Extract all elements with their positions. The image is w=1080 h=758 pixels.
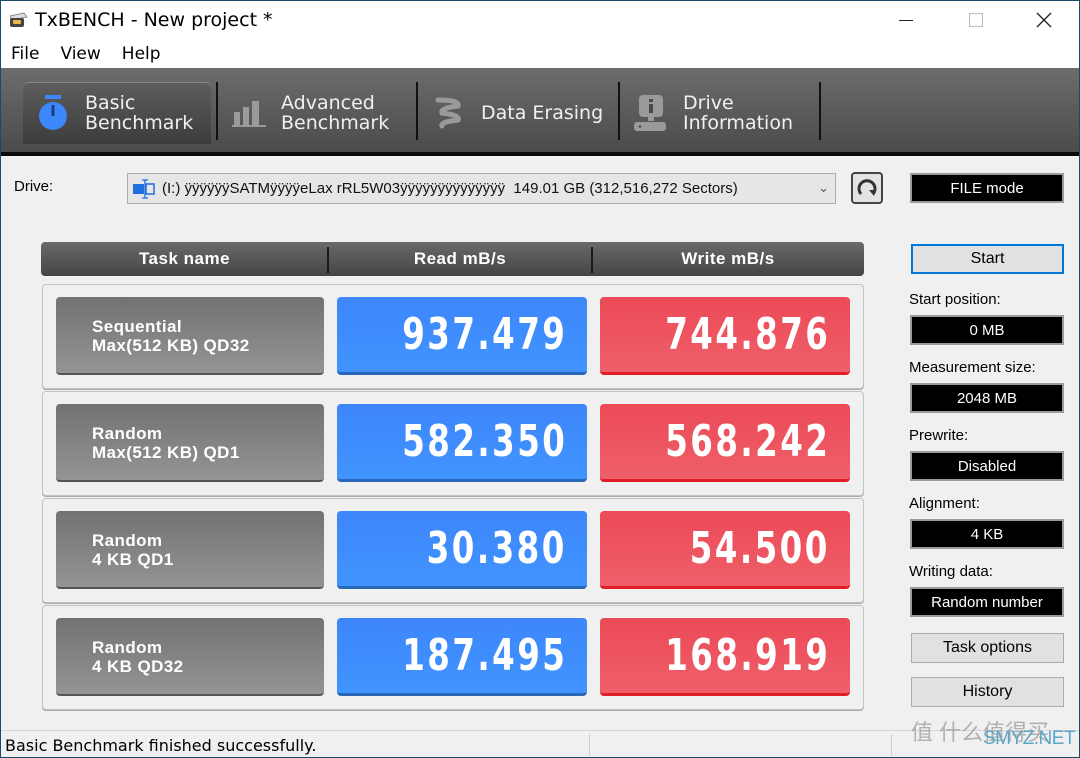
start-position-label: Start position: bbox=[909, 291, 1001, 308]
history-button[interactable]: History bbox=[911, 677, 1064, 707]
tab-drive-line2: Information bbox=[683, 112, 793, 134]
app-window: TxBENCH - New project * File View Help B… bbox=[1, 1, 1079, 757]
close-button[interactable] bbox=[1009, 1, 1079, 39]
main-toolbar: Basic Benchmark Advanced Benchmark Data … bbox=[1, 68, 1079, 156]
tab-separator bbox=[819, 82, 821, 140]
watermark-text: SMYZ.NET bbox=[983, 728, 1076, 749]
minimize-icon bbox=[899, 19, 913, 21]
tab-advanced-benchmark[interactable]: Advanced Benchmark bbox=[219, 82, 414, 144]
menu-help[interactable]: Help bbox=[122, 44, 161, 64]
tab-basic-line2: Benchmark bbox=[85, 112, 194, 134]
start-button[interactable]: Start bbox=[911, 244, 1064, 274]
maximize-icon bbox=[969, 13, 983, 27]
task-type: Random bbox=[92, 531, 163, 550]
close-icon bbox=[1036, 12, 1052, 28]
write-value: 168.919 bbox=[600, 618, 850, 696]
mode-indicator: FILE mode bbox=[910, 173, 1064, 203]
tab-drive-line1: Drive bbox=[683, 92, 734, 114]
drive-icon bbox=[133, 178, 155, 199]
write-value: 744.876 bbox=[600, 297, 850, 375]
results-table-header: Task name Read mB/s Write mB/s bbox=[41, 242, 864, 276]
read-value: 937.479 bbox=[337, 297, 587, 375]
app-icon bbox=[9, 12, 28, 27]
tab-data-erasing[interactable]: Data Erasing bbox=[419, 82, 619, 144]
drive-info-icon bbox=[631, 93, 671, 133]
refresh-icon bbox=[857, 179, 877, 196]
task-detail: Max(512 KB) QD32 bbox=[92, 336, 250, 355]
result-row: Random 4 KB QD1 30.380 54.500 bbox=[42, 498, 864, 603]
minimize-button[interactable] bbox=[871, 1, 941, 39]
task-type: Random bbox=[92, 638, 163, 657]
result-row: Random 4 KB QD32 187.495 168.919 bbox=[42, 605, 864, 710]
tab-advanced-line1: Advanced bbox=[281, 92, 375, 114]
tab-basic-benchmark[interactable]: Basic Benchmark bbox=[23, 82, 211, 144]
task-detail: 4 KB QD1 bbox=[92, 550, 174, 569]
drive-label: Drive: bbox=[14, 178, 54, 195]
task-type: Random bbox=[92, 424, 163, 443]
start-position-field[interactable]: 0 MB bbox=[910, 315, 1064, 345]
measurement-size-label: Measurement size: bbox=[909, 359, 1036, 376]
prewrite-label: Prewrite: bbox=[909, 427, 969, 444]
refresh-drive-button[interactable] bbox=[851, 172, 883, 204]
header-read: Read mB/s bbox=[413, 249, 507, 268]
task-detail: Max(512 KB) QD1 bbox=[92, 443, 240, 462]
status-separator bbox=[891, 734, 892, 756]
task-name-button[interactable]: Sequential Max(512 KB) QD32 bbox=[56, 297, 324, 375]
result-row: Sequential Max(512 KB) QD32 937.479 744.… bbox=[42, 284, 864, 389]
menu-view[interactable]: View bbox=[60, 44, 100, 64]
drive-value: (I:) ÿÿÿÿÿÿSATMÿÿÿÿeLax rRL5W03ÿÿÿÿÿÿÿÿÿ… bbox=[162, 180, 738, 197]
status-separator bbox=[589, 734, 590, 756]
task-name-button[interactable]: Random Max(512 KB) QD1 bbox=[56, 404, 324, 482]
result-row: Random Max(512 KB) QD1 582.350 568.242 bbox=[42, 391, 864, 496]
read-value: 582.350 bbox=[337, 404, 587, 482]
tab-drive-information[interactable]: Drive Information bbox=[621, 82, 817, 144]
window-title: TxBENCH - New project * bbox=[35, 9, 273, 31]
stopwatch-icon bbox=[33, 93, 73, 133]
tab-advanced-line2: Benchmark bbox=[281, 112, 390, 134]
prewrite-field[interactable]: Disabled bbox=[910, 451, 1064, 481]
bar-chart-icon bbox=[229, 93, 269, 133]
title-bar: TxBENCH - New project * bbox=[1, 1, 1079, 39]
eraser-spring-icon bbox=[429, 93, 469, 133]
status-message: Basic Benchmark finished successfully. bbox=[5, 736, 317, 755]
menu-file[interactable]: File bbox=[11, 44, 39, 64]
measurement-size-field[interactable]: 2048 MB bbox=[910, 383, 1064, 413]
tab-separator bbox=[416, 82, 418, 140]
task-options-button[interactable]: Task options bbox=[911, 633, 1064, 663]
maximize-button[interactable] bbox=[941, 1, 1011, 39]
drive-select[interactable]: (I:) ÿÿÿÿÿÿSATMÿÿÿÿeLax rRL5W03ÿÿÿÿÿÿÿÿÿ… bbox=[127, 173, 836, 204]
task-detail: 4 KB QD32 bbox=[92, 657, 184, 676]
tab-separator bbox=[618, 82, 620, 140]
task-type: Sequential bbox=[92, 317, 182, 336]
alignment-field[interactable]: 4 KB bbox=[910, 519, 1064, 549]
writing-data-label: Writing data: bbox=[909, 563, 993, 580]
header-task-name: Task name bbox=[138, 249, 231, 268]
header-write: Write mB/s bbox=[681, 249, 775, 268]
read-value: 30.380 bbox=[337, 511, 587, 589]
writing-data-field[interactable]: Random number bbox=[910, 587, 1064, 617]
menu-bar: File View Help bbox=[1, 39, 1079, 68]
read-value: 187.495 bbox=[337, 618, 587, 696]
write-value: 54.500 bbox=[600, 511, 850, 589]
tab-separator bbox=[216, 82, 218, 140]
task-name-button[interactable]: Random 4 KB QD32 bbox=[56, 618, 324, 696]
write-value: 568.242 bbox=[600, 404, 850, 482]
task-name-button[interactable]: Random 4 KB QD1 bbox=[56, 511, 324, 589]
alignment-label: Alignment: bbox=[909, 495, 980, 512]
tab-erasing-label: Data Erasing bbox=[481, 102, 604, 124]
chevron-down-icon: ⌄ bbox=[818, 180, 829, 195]
tab-basic-line1: Basic bbox=[85, 92, 136, 114]
